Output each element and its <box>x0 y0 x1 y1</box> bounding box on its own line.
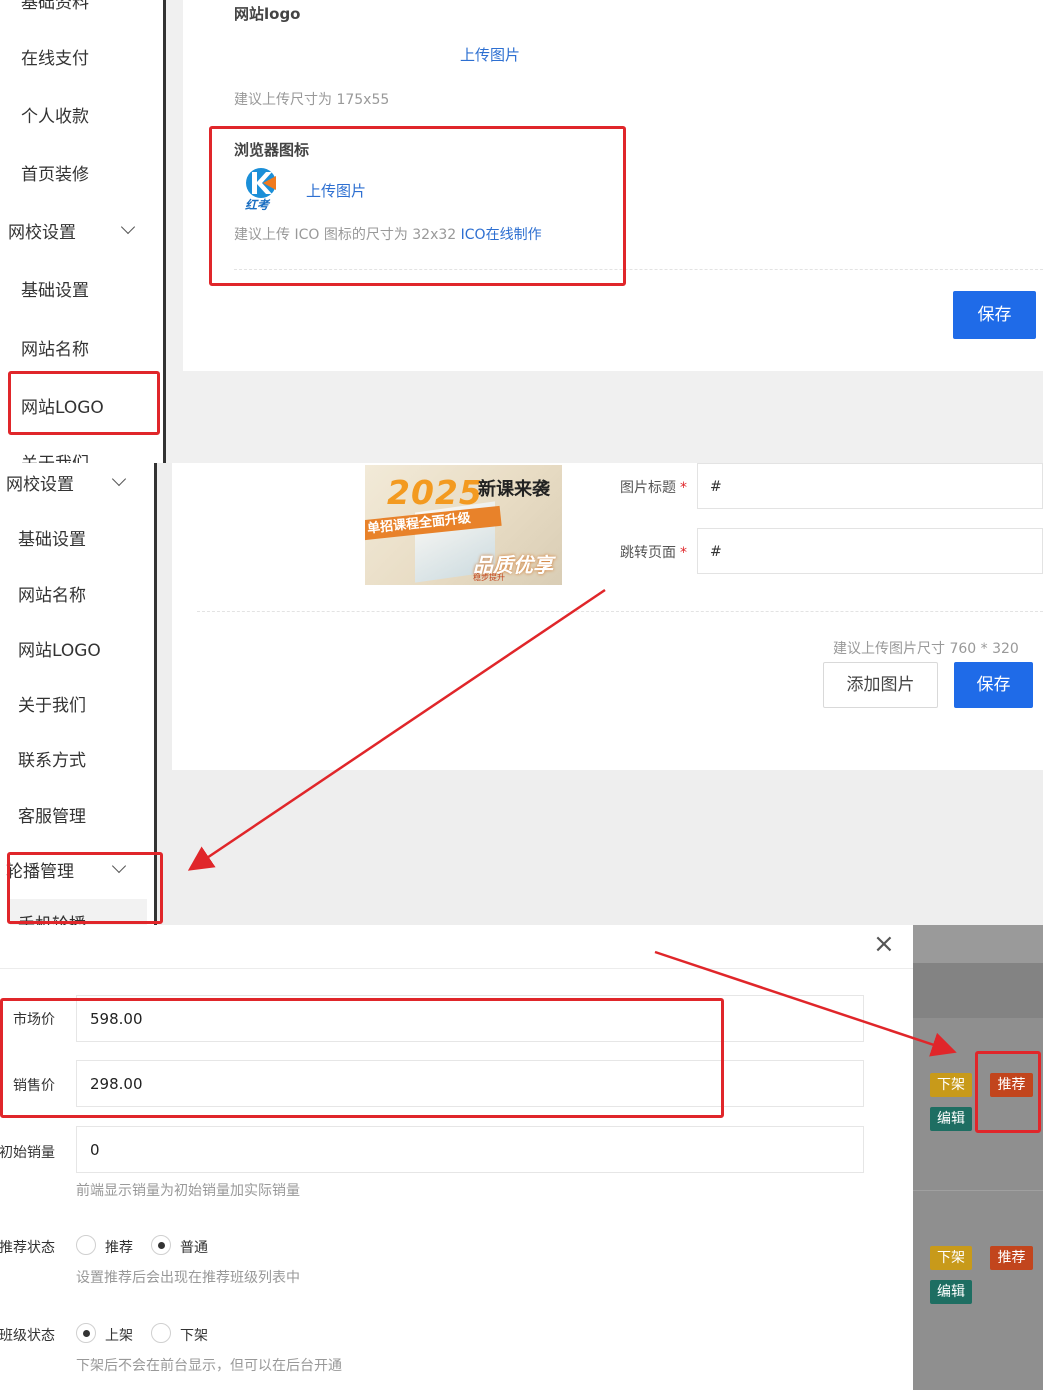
class-edit-screenshot: × 市场价 598.00 销售价 298.00 初始销量 0 前端显示销量为初始… <box>0 925 1043 1390</box>
image-title-input[interactable]: # <box>697 463 1043 509</box>
class-status-hint: 下架后不会在前台显示，但可以在后台开通 <box>76 1358 342 1374</box>
link-page-label: 跳转页面 * <box>620 542 687 562</box>
link-page-label-text: 跳转页面 <box>620 545 676 561</box>
sidebar-item-about-us[interactable]: 关于我们 <box>21 449 89 463</box>
sidebar-item-online-payment[interactable]: 在线支付 <box>21 44 89 69</box>
carousel-settings-screenshot: 网校设置 基础设置 网站名称 网站LOGO 关于我们 联系方式 客服管理 轮播管… <box>0 463 1043 925</box>
initial-sales-label: 初始销量 <box>0 1145 55 1161</box>
carousel-edit-card: 2025 新课来袭 单招课程全面升级 品质优享 稳步提升 图片标题 * # 跳转页… <box>172 463 1043 770</box>
save-button[interactable]: 保存 <box>954 662 1033 708</box>
class-status-label: 班级状态 <box>0 1328 55 1344</box>
logo-size-hint: 建议上传尺寸为 175x55 <box>234 92 390 108</box>
annotation-highlight <box>8 371 160 435</box>
annotation-highlight <box>7 852 163 924</box>
annotation-highlight <box>209 126 626 286</box>
normal-option-label: 普通 <box>180 1240 208 1256</box>
site-logo-label: 网站logo <box>234 5 301 23</box>
off-shelf-tag[interactable]: 下架 <box>930 1073 972 1097</box>
chevron-down-icon <box>111 471 127 487</box>
sidebar: 基础资料 在线支付 个人收款 首页装修 网校设置 基础设置 网站名称 网站LOG… <box>0 0 166 463</box>
chevron-down-icon <box>120 219 136 235</box>
sidebar-item-site-name[interactable]: 网站名称 <box>18 581 86 606</box>
save-button[interactable]: 保存 <box>953 291 1036 339</box>
recommend-status-label: 推荐状态 <box>0 1240 55 1256</box>
recommend-radio[interactable] <box>76 1235 96 1255</box>
class-edit-modal: × 市场价 598.00 销售价 298.00 初始销量 0 前端显示销量为初始… <box>0 925 913 1390</box>
sidebar-group-school-settings[interactable]: 网校设置 <box>6 470 74 495</box>
sidebar-item-customer-service[interactable]: 客服管理 <box>18 802 86 827</box>
annotation-highlight <box>975 1051 1041 1133</box>
sidebar-item-basic-settings[interactable]: 基础设置 <box>21 276 89 301</box>
logo-upload-link[interactable]: 上传图片 <box>460 44 520 65</box>
off-shelf-tag[interactable]: 下架 <box>930 1246 972 1270</box>
recommend-status-hint: 设置推荐后会出现在推荐班级列表中 <box>76 1270 300 1286</box>
image-title-label: 图片标题 * <box>620 477 687 497</box>
annotation-highlight <box>0 998 724 1118</box>
off-shelf-option-label: 下架 <box>180 1328 208 1344</box>
banner-year: 2025 <box>387 473 483 512</box>
row-divider <box>913 1190 1043 1191</box>
sidebar-group-school-settings[interactable]: 网校设置 <box>8 218 76 243</box>
divider <box>197 611 1043 612</box>
sidebar-item-basic-info[interactable]: 基础资料 <box>21 0 89 13</box>
background-class-list: 下架 推荐 编辑 下架 推荐 编辑 <box>913 925 1043 1390</box>
list-header-row <box>913 963 1043 1018</box>
link-page-input[interactable]: # <box>697 528 1043 574</box>
required-mark: * <box>680 545 687 561</box>
recommend-tag[interactable]: 推荐 <box>990 1246 1033 1270</box>
add-image-button[interactable]: 添加图片 <box>823 662 938 708</box>
initial-sales-hint: 前端显示销量为初始销量加实际销量 <box>76 1183 300 1199</box>
on-shelf-radio[interactable] <box>76 1323 96 1343</box>
sidebar-item-site-logo[interactable]: 网站LOGO <box>18 636 101 661</box>
normal-radio[interactable] <box>151 1235 171 1255</box>
initial-sales-input[interactable]: 0 <box>76 1126 864 1173</box>
modal-header-divider <box>0 968 913 969</box>
banner-headline: 新课来袭 <box>478 479 550 500</box>
sidebar-item-about-us[interactable]: 关于我们 <box>18 691 86 716</box>
off-shelf-radio[interactable] <box>151 1323 171 1343</box>
sidebar-item-contact[interactable]: 联系方式 <box>18 746 86 771</box>
sidebar-item-site-name[interactable]: 网站名称 <box>21 335 89 360</box>
required-mark: * <box>680 480 687 496</box>
edit-tag[interactable]: 编辑 <box>930 1107 972 1131</box>
logo-settings-screenshot: 基础资料 在线支付 个人收款 首页装修 网校设置 基础设置 网站名称 网站LOG… <box>0 0 1043 463</box>
sidebar-item-personal-collection[interactable]: 个人收款 <box>21 102 89 127</box>
sidebar-item-homepage-decoration[interactable]: 首页装修 <box>21 160 89 185</box>
close-icon[interactable]: × <box>873 929 895 959</box>
on-shelf-option-label: 上架 <box>105 1328 133 1344</box>
image-title-label-text: 图片标题 <box>620 480 676 496</box>
list-header <box>913 925 1043 963</box>
banner-small-text: 稳步提升 <box>473 573 505 582</box>
image-size-hint: 建议上传图片尺寸 760 * 320 <box>833 641 1019 657</box>
sidebar-item-basic-settings[interactable]: 基础设置 <box>18 525 86 550</box>
recommend-option-label: 推荐 <box>105 1240 133 1256</box>
edit-tag[interactable]: 编辑 <box>930 1280 972 1304</box>
banner-image: 2025 新课来袭 单招课程全面升级 品质优享 稳步提升 <box>365 465 562 585</box>
